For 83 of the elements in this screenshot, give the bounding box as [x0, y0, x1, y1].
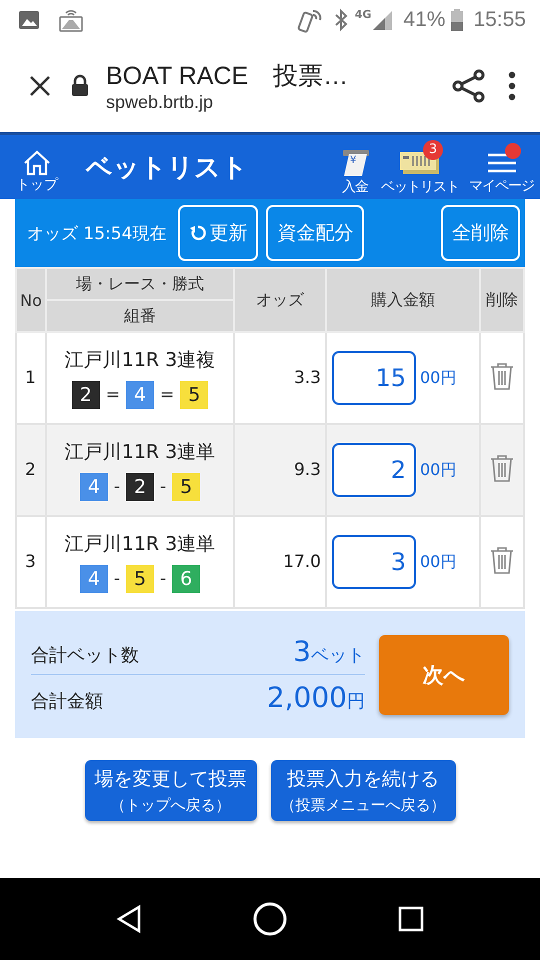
column-header: 購入金額 [326, 268, 480, 332]
separator: - [114, 569, 120, 589]
refresh-icon [189, 224, 208, 242]
back-icon [114, 904, 143, 934]
column-header: 組番 [46, 300, 234, 332]
trash-icon [490, 362, 514, 390]
boat-number: 5 [172, 473, 200, 501]
boat-number: 4 [80, 565, 108, 593]
toolbar-button[interactable]: 全削除 [441, 205, 520, 261]
url-text: spweb.brtb.jp [106, 92, 214, 113]
home-button[interactable]: トップ [14, 140, 60, 194]
row-number: 1 [16, 332, 46, 424]
bet-list-button[interactable]: 3 ベットリスト [379, 138, 461, 196]
amount-input[interactable]: 2 [332, 443, 416, 497]
square-icon [397, 905, 426, 933]
next-button[interactable]: 次へ [379, 634, 509, 714]
bets-unit: ベット [311, 644, 365, 667]
trash-icon [490, 454, 514, 482]
delete-button[interactable] [490, 362, 514, 390]
home-nav-button[interactable] [252, 901, 288, 937]
separator: - [114, 477, 120, 497]
odds-value: 17.0 [234, 516, 326, 608]
yen-sign: ¥ [350, 156, 356, 166]
network-type: 4G [354, 8, 372, 21]
screen-title: ベットリスト [86, 152, 248, 184]
total-amount-label: 合計金額 [31, 690, 103, 713]
home-icon [22, 150, 52, 176]
row-number: 3 [16, 516, 46, 608]
refresh-button[interactable]: 更新 [178, 205, 258, 261]
race-name: 江戸川11R 3連単 [64, 532, 216, 557]
unit-label: 00円 [420, 552, 456, 572]
boat-number: 4 [80, 473, 108, 501]
delete-button[interactable] [490, 454, 514, 482]
toolbar-button[interactable]: 資金配分 [266, 205, 364, 261]
unit-label: 00円 [420, 368, 456, 388]
odds-value: 9.3 [234, 424, 326, 516]
row-number: 2 [16, 424, 46, 516]
clock: 15:55 [473, 8, 526, 32]
total-bets-label: 合計ベット数 [31, 644, 139, 667]
boat-number: 6 [172, 565, 200, 593]
count-badge: 3 [423, 140, 443, 160]
gallery-icon [18, 10, 40, 30]
navigation-button[interactable]: 投票入力を続ける （投票メニューへ戻る） [270, 760, 456, 821]
race-name: 江戸川11R 3連単 [64, 440, 216, 465]
deposit-button[interactable]: ¥ 入金 [337, 138, 373, 196]
separator: - [160, 569, 166, 589]
separator: - [160, 477, 166, 497]
separator: = [160, 385, 174, 405]
my-page-button[interactable]: マイページ [467, 140, 536, 194]
column-header: 削除 [480, 268, 524, 332]
column-header: 場・レース・勝式 [46, 268, 234, 300]
navigation-button[interactable]: 場を変更して投票 （トップへ戻る） [84, 760, 256, 821]
battery-percent: 41% [403, 8, 446, 32]
column-header: No [16, 268, 46, 332]
cast-icon [58, 7, 84, 33]
bluetooth-icon [332, 8, 349, 32]
share-icon [452, 69, 486, 103]
page-title: BOAT RACE 投票… [106, 61, 350, 92]
amount-input[interactable]: 3 [332, 535, 416, 589]
recents-button[interactable] [397, 905, 426, 933]
boat-number: 2 [72, 381, 100, 409]
more-icon [508, 71, 516, 101]
boat-number: 5 [126, 565, 154, 593]
boat-number: 4 [126, 381, 154, 409]
home-circle-icon [252, 901, 288, 937]
lock-icon [70, 74, 90, 98]
total-amount-value: 2,000 [266, 681, 347, 714]
boat-number: 5 [180, 381, 208, 409]
odds-timestamp: オッズ 15:54現在 [27, 222, 166, 244]
separator: = [106, 385, 120, 405]
back-button[interactable] [114, 904, 143, 934]
total-bets-value: 3 [293, 635, 311, 668]
amount-input[interactable]: 15 [332, 351, 416, 405]
delete-button[interactable] [490, 546, 514, 574]
trash-icon [490, 546, 514, 574]
currency-unit: 円 [347, 690, 365, 713]
race-name: 江戸川11R 3連複 [64, 348, 216, 373]
close-icon [28, 74, 52, 98]
battery-icon [451, 8, 464, 32]
unit-label: 00円 [420, 460, 456, 480]
column-header: オッズ [234, 268, 326, 332]
boat-number: 2 [126, 473, 154, 501]
signal-icon [371, 9, 394, 31]
